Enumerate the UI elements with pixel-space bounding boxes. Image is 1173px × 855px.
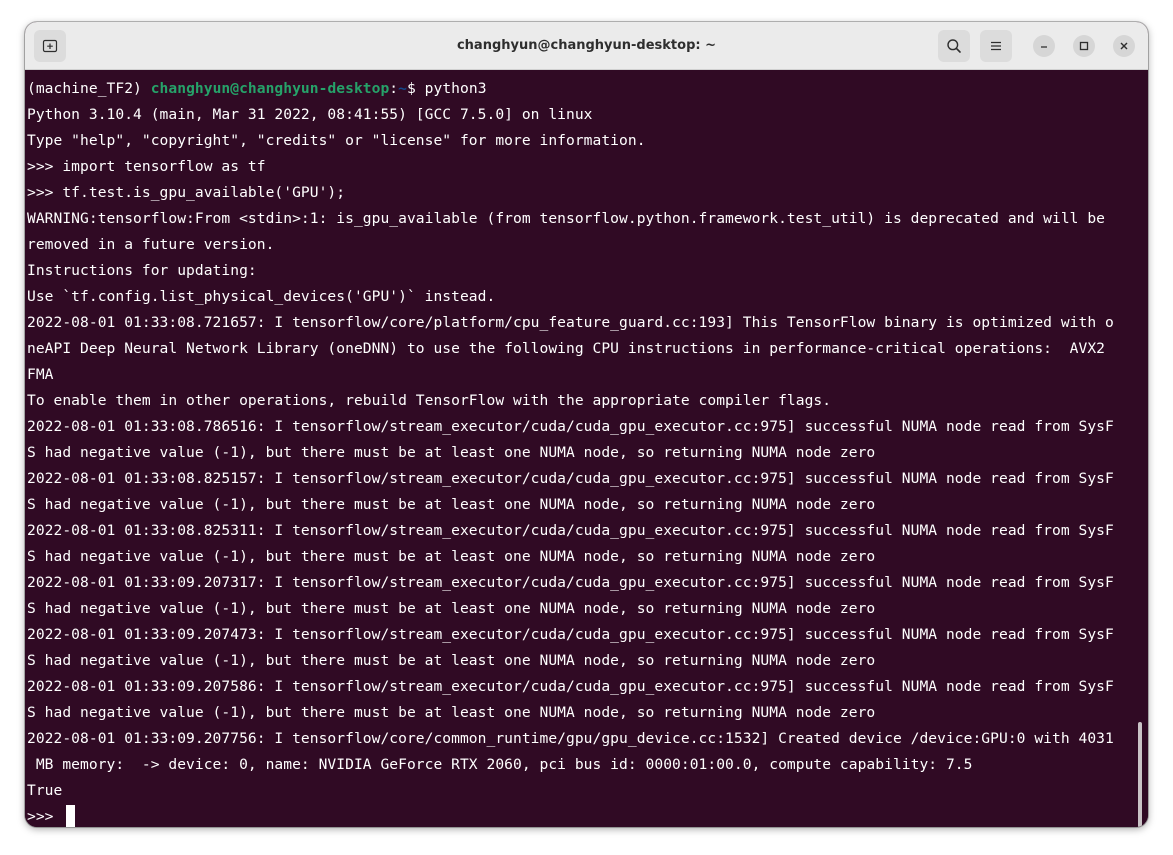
current-input-line[interactable]: >>> [27, 804, 1114, 827]
scrollbar[interactable] [1138, 722, 1142, 827]
maximize-icon [1079, 41, 1089, 51]
terminal-output: (machine_TF2) changhyun@changhyun-deskto… [27, 76, 1114, 827]
output-line: FMA [27, 366, 54, 383]
output-line: Python 3.10.4 (main, Mar 31 2022, 08:41:… [27, 106, 593, 123]
output-line: S had negative value (-1), but there mus… [27, 652, 876, 669]
output-line: S had negative value (-1), but there mus… [27, 496, 876, 513]
terminal-window: changhyun@changhyun-desktop: ~ (machine_… [25, 22, 1148, 827]
output-line: 2022-08-01 01:33:09.207473: I tensorflow… [27, 626, 1114, 643]
minimize-icon [1041, 46, 1047, 48]
maximize-button[interactable] [1073, 35, 1095, 57]
terminal-area[interactable]: (machine_TF2) changhyun@changhyun-deskto… [25, 70, 1148, 827]
output-line: 2022-08-01 01:33:09.207586: I tensorflow… [27, 678, 1114, 695]
close-icon [1120, 42, 1128, 50]
output-line: Type "help", "copyright", "credits" or "… [27, 132, 646, 149]
menu-button[interactable] [980, 30, 1012, 62]
shell-prompt-line: (machine_TF2) changhyun@changhyun-deskto… [27, 76, 1114, 102]
output-line: S had negative value (-1), but there mus… [27, 444, 876, 461]
minimize-button[interactable] [1033, 35, 1055, 57]
output-line: >>> import tensorflow as tf [27, 158, 266, 175]
output-line: S had negative value (-1), but there mus… [27, 704, 876, 721]
output-line: Use `tf.config.list_physical_devices('GP… [27, 288, 496, 305]
output-line: MB memory: -> device: 0, name: NVIDIA Ge… [27, 756, 973, 773]
prompt-command: python3 [424, 80, 487, 97]
new-tab-button[interactable] [34, 30, 66, 62]
prompt-colon: : [389, 80, 399, 97]
output-line: S had negative value (-1), but there mus… [27, 600, 876, 617]
prompt-dollar: $ [406, 80, 425, 97]
output-line: True [27, 782, 63, 799]
header-bar: changhyun@changhyun-desktop: ~ [25, 22, 1148, 70]
output-line: 2022-08-01 01:33:08.825311: I tensorflow… [27, 522, 1114, 539]
text-cursor [66, 805, 76, 827]
search-button[interactable] [938, 30, 970, 62]
output-line: 2022-08-01 01:33:09.207756: I tensorflow… [27, 730, 1114, 747]
close-button[interactable] [1113, 35, 1135, 57]
output-line: 2022-08-01 01:33:08.786516: I tensorflow… [27, 418, 1114, 435]
output-line: 2022-08-01 01:33:09.207317: I tensorflow… [27, 574, 1114, 591]
output-line: >>> tf.test.is_gpu_available('GPU'); [27, 184, 346, 201]
search-icon [947, 39, 961, 53]
output-line: 2022-08-01 01:33:08.825157: I tensorflow… [27, 470, 1114, 487]
python-prompt: >>> [27, 808, 63, 825]
conda-env-label: (machine_TF2) [27, 80, 151, 97]
output-line: removed in a future version. [27, 236, 275, 253]
output-line: WARNING:tensorflow:From <stdin>:1: is_gp… [27, 210, 1106, 227]
output-line: neAPI Deep Neural Network Library (oneDN… [27, 340, 1106, 357]
prompt-user-host: changhyun@changhyun-desktop [150, 80, 390, 97]
output-line: 2022-08-01 01:33:08.721657: I tensorflow… [27, 314, 1114, 331]
prompt-path: ~ [398, 80, 407, 97]
new-tab-icon [42, 39, 58, 53]
output-line: To enable them in other operations, rebu… [27, 392, 832, 409]
hamburger-menu-icon [991, 41, 1001, 51]
output-line: Instructions for updating: [27, 262, 257, 279]
output-line: S had negative value (-1), but there mus… [27, 548, 876, 565]
